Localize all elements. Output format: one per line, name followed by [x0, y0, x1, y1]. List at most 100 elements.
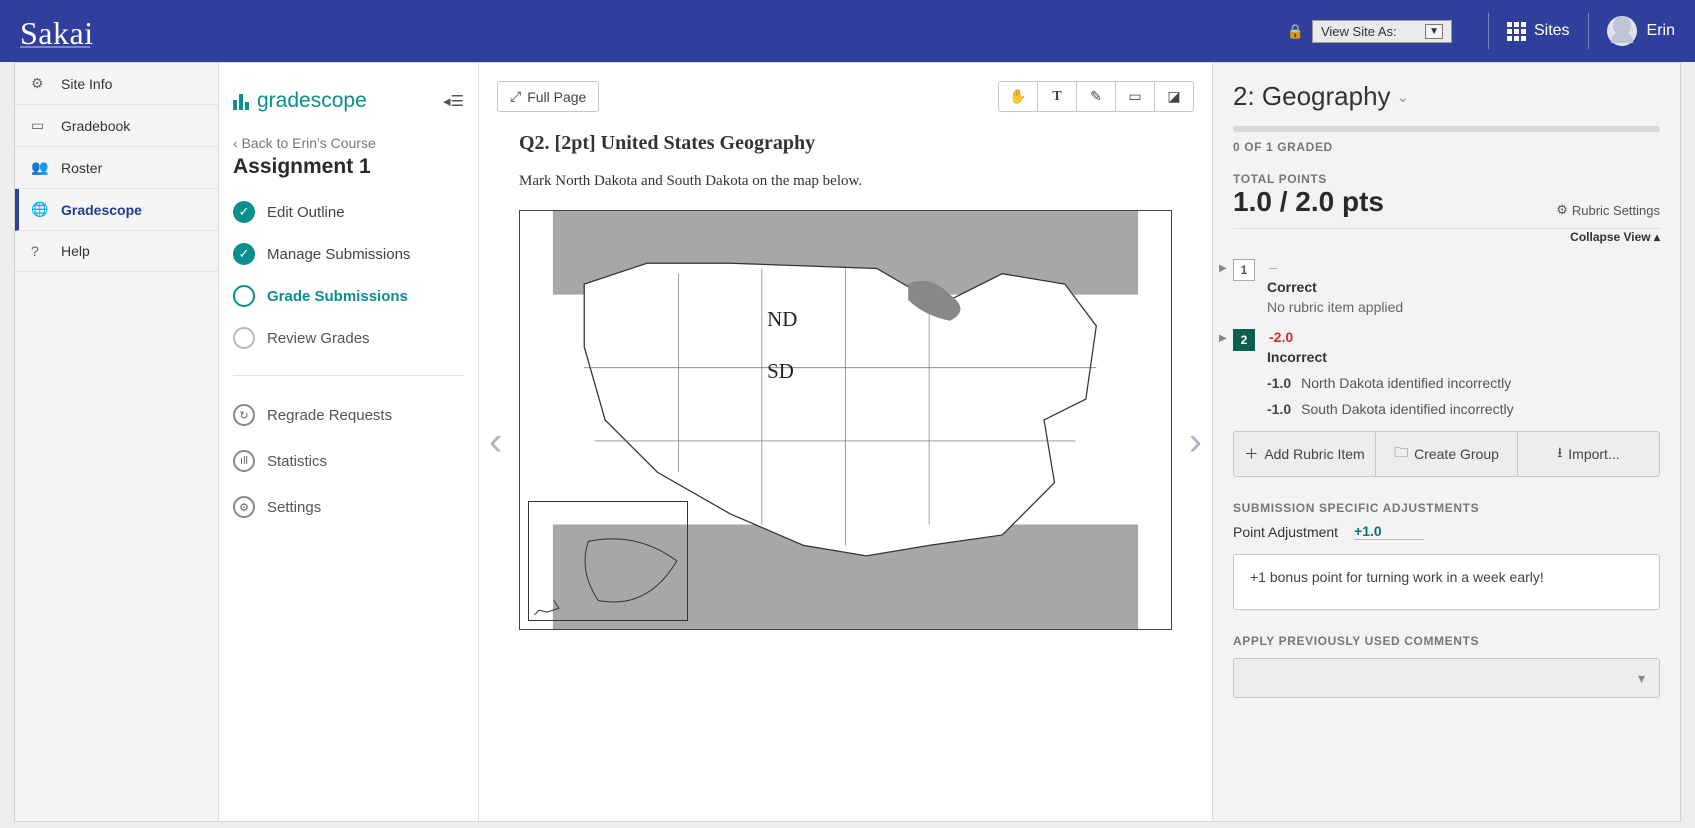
graded-count: 0 OF 1 GRADED — [1233, 140, 1660, 154]
expand-icon: ⤢ — [510, 88, 521, 105]
question-instruction: Mark North Dakota and South Dakota on th… — [519, 173, 1172, 190]
eraser-tool[interactable]: ◪ — [1154, 81, 1194, 112]
rubric-settings-label: Rubric Settings — [1572, 203, 1660, 218]
rubric-item-1[interactable]: ▶ 1 – Correct No rubric item applied — [1233, 259, 1660, 315]
back-link[interactable]: ‹ Back to Erin's Course — [233, 135, 464, 151]
add-label: Add Rubric Item — [1264, 446, 1364, 462]
eraser-icon: ◪ — [1167, 88, 1180, 105]
tool-settings[interactable]: ⚙ Settings — [233, 484, 464, 530]
sidebar-toggle-icon[interactable]: ◂☰ — [443, 92, 464, 110]
full-page-button[interactable]: ⤢ Full Page — [497, 81, 599, 112]
nav-label: Gradebook — [61, 118, 130, 134]
lock-icon: 🔒 — [1287, 23, 1304, 40]
point-adj-label: Point Adjustment — [1233, 524, 1338, 540]
collapse-view-toggle[interactable]: Collapse View ▴ — [1570, 230, 1660, 244]
prev-comments-header: APPLY PREVIOUSLY USED COMMENTS — [1233, 634, 1660, 648]
total-points-label: TOTAL POINTS — [1233, 172, 1384, 186]
step-grade-submissions[interactable]: Grade Submissions — [233, 275, 464, 317]
assignment-tools: ↻ Regrade Requests ıll Statistics ⚙ Sett… — [233, 392, 464, 530]
question-title-text: 2: Geography — [1233, 81, 1391, 112]
caret-down-icon: ▼ — [1425, 24, 1443, 39]
step-label: Manage Submissions — [267, 246, 410, 263]
map-inset — [528, 501, 688, 621]
nav-gradebook[interactable]: ▭ Gradebook — [15, 105, 218, 147]
add-rubric-item-button[interactable]: ＋ Add Rubric Item — [1233, 431, 1376, 477]
pan-tool[interactable]: ✋ — [998, 81, 1038, 112]
back-label: Back to Erin's Course — [242, 135, 376, 151]
pencil-icon: ✎ — [1090, 88, 1102, 105]
view-site-as-select[interactable]: View Site As: ▼ — [1312, 20, 1452, 43]
gear-icon: ⚙ — [1556, 202, 1568, 218]
nav-site-info[interactable]: ⚙ Site Info — [15, 63, 218, 105]
sites-label: Sites — [1534, 22, 1570, 40]
total-points-value: 1.0 / 2.0 pts — [1233, 186, 1384, 218]
gradescope-sidebar: gradescope ◂☰ ‹ Back to Erin's Course As… — [219, 63, 479, 821]
box-tool[interactable]: ▭ — [1115, 81, 1155, 112]
step-manage-submissions[interactable]: ✓ Manage Submissions — [233, 233, 464, 275]
rubric-name: Correct — [1267, 279, 1660, 295]
import-label: Import... — [1568, 446, 1619, 462]
text-icon: T — [1052, 89, 1061, 105]
step-review-grades[interactable]: Review Grades — [233, 317, 464, 359]
tool-statistics[interactable]: ıll Statistics — [233, 438, 464, 484]
rubric-hotkey[interactable]: 1 — [1233, 259, 1255, 281]
user-menu[interactable]: Erin — [1607, 16, 1675, 46]
nav-roster[interactable]: 👥 Roster — [15, 147, 218, 189]
expand-icon[interactable]: ▶ — [1219, 263, 1227, 274]
workflow-steps: ✓ Edit Outline ✓ Manage Submissions Grad… — [233, 191, 464, 359]
prev-comments-select[interactable]: ▾ — [1233, 658, 1660, 698]
rubric-actions: ＋ Add Rubric Item 🗀 Create Group ⭳ Impor… — [1233, 431, 1660, 477]
text-tool[interactable]: T — [1037, 81, 1077, 112]
import-button[interactable]: ⭳ Import... — [1517, 431, 1660, 477]
pen-tool[interactable]: ✎ — [1076, 81, 1116, 112]
submission-pane: ⤢ Full Page ✋ T ✎ ▭ ◪ Q2. [2pt] United S… — [479, 63, 1212, 821]
comment-box[interactable]: +1 bonus point for turning work in a wee… — [1233, 554, 1660, 610]
question-selector[interactable]: 2: Geography ⌄ — [1233, 81, 1660, 112]
hand-icon: ✋ — [1009, 88, 1026, 105]
book-icon: ▭ — [31, 117, 47, 134]
handwritten-nd: ND — [767, 307, 797, 331]
sakai-logo-text: Sakai — [20, 15, 94, 51]
submission-toolbar: ⤢ Full Page ✋ T ✎ ▭ ◪ — [479, 63, 1212, 112]
prev-submission-button[interactable]: ‹ — [489, 420, 502, 465]
annotation-tools: ✋ T ✎ ▭ ◪ — [998, 81, 1194, 112]
step-edit-outline[interactable]: ✓ Edit Outline — [233, 191, 464, 233]
user-name: Erin — [1647, 22, 1675, 40]
rubric-settings-link[interactable]: ⚙ Rubric Settings — [1556, 202, 1660, 218]
gradescope-logo[interactable]: gradescope ◂☰ — [233, 89, 464, 113]
rubric-item-2[interactable]: ▶ 2 -2.0 Incorrect -1.0 North Dakota ide… — [1233, 329, 1660, 417]
handwritten-sd: SD — [767, 359, 794, 383]
nav-help[interactable]: ? Help — [15, 231, 218, 272]
create-group-button[interactable]: 🗀 Create Group — [1375, 431, 1518, 477]
step-label: Edit Outline — [267, 204, 345, 221]
bars-icon — [233, 92, 249, 110]
point-adj-input[interactable]: +1.0 — [1354, 523, 1424, 540]
rubric-hotkey[interactable]: 2 — [1233, 329, 1255, 351]
nav-gradescope[interactable]: 🌐 Gradescope — [15, 189, 218, 231]
circle-icon — [233, 327, 255, 349]
caret-down-icon: ▾ — [1638, 670, 1645, 687]
step-label: Review Grades — [267, 330, 370, 347]
sub-text: South Dakota identified incorrectly — [1301, 401, 1513, 417]
step-label: Grade Submissions — [267, 288, 408, 305]
grade-progress-bar — [1233, 126, 1660, 132]
view-site-as-label: View Site As: — [1321, 24, 1397, 39]
point-adjustment-row: Point Adjustment +1.0 — [1233, 523, 1660, 540]
tool-label: Settings — [267, 499, 321, 516]
nav-label: Roster — [61, 160, 102, 176]
rubric-name: Incorrect — [1267, 349, 1660, 365]
nav-label: Gradescope — [61, 202, 142, 218]
rubric-subitem: -1.0 North Dakota identified incorrectly — [1267, 375, 1660, 391]
gear-icon: ⚙ — [31, 75, 47, 92]
separator — [1588, 13, 1589, 49]
tool-regrade-requests[interactable]: ↻ Regrade Requests — [233, 392, 464, 438]
sites-button[interactable]: Sites — [1507, 22, 1570, 41]
chevron-down-icon: ⌄ — [1397, 88, 1410, 106]
expand-icon[interactable]: ▶ — [1219, 333, 1227, 344]
submission-page: Q2. [2pt] United States Geography Mark N… — [515, 132, 1176, 630]
nav-label: Site Info — [61, 76, 112, 92]
rubric-desc: No rubric item applied — [1267, 299, 1660, 315]
next-submission-button[interactable]: › — [1189, 420, 1202, 465]
chart-icon: ıll — [233, 450, 255, 472]
nav-label: Help — [61, 243, 90, 259]
